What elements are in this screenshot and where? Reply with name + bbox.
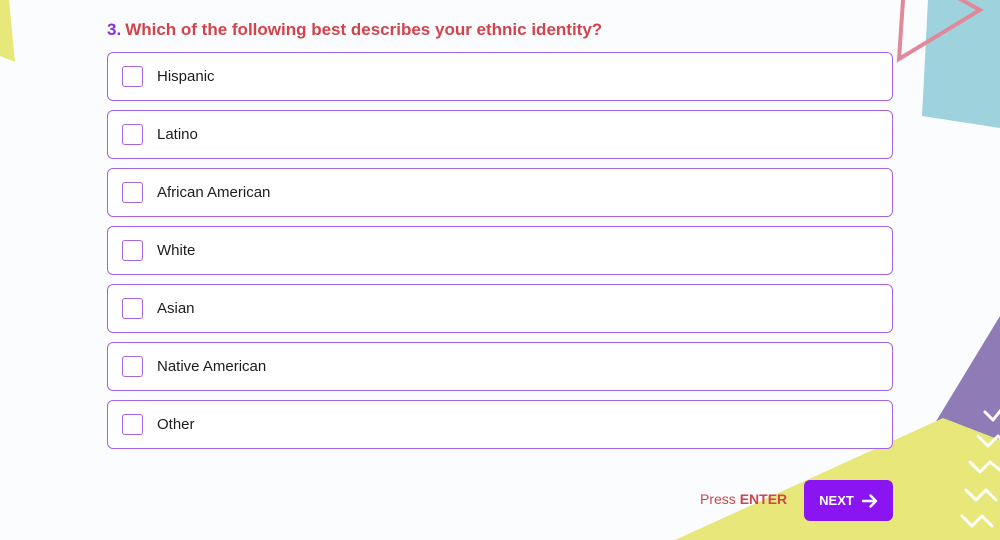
- option-label: African American: [157, 184, 271, 201]
- options-list: Hispanic Latino African American White A…: [107, 52, 893, 458]
- option-label: Native American: [157, 358, 267, 375]
- checkbox[interactable]: [122, 356, 143, 377]
- checkbox[interactable]: [122, 182, 143, 203]
- option-native-american[interactable]: Native American: [107, 342, 893, 391]
- checkbox[interactable]: [122, 66, 143, 87]
- checkbox[interactable]: [122, 240, 143, 261]
- checkbox[interactable]: [122, 298, 143, 319]
- option-label: Hispanic: [157, 68, 215, 85]
- option-white[interactable]: White: [107, 226, 893, 275]
- option-other[interactable]: Other: [107, 400, 893, 449]
- option-label: Asian: [157, 300, 195, 317]
- press-enter-hint: Press ENTER: [700, 491, 787, 507]
- question-number: 3.: [107, 20, 122, 39]
- option-label: Latino: [157, 126, 198, 143]
- option-label: Other: [157, 416, 195, 433]
- option-label: White: [157, 242, 196, 259]
- option-african-american[interactable]: African American: [107, 168, 893, 217]
- hint-prefix: Press: [700, 491, 736, 507]
- checkbox[interactable]: [122, 414, 143, 435]
- yellow-shape-top-left: [0, 0, 15, 62]
- next-button-label: NEXT: [819, 493, 854, 508]
- form-footer: Press ENTER NEXT: [700, 480, 893, 521]
- hint-key: ENTER: [739, 491, 788, 507]
- arrow-right-icon: [861, 493, 878, 508]
- checkbox[interactable]: [122, 124, 143, 145]
- option-asian[interactable]: Asian: [107, 284, 893, 333]
- next-button[interactable]: NEXT: [804, 480, 893, 521]
- question-text: Which of the following best describes yo…: [125, 20, 603, 39]
- option-latino[interactable]: Latino: [107, 110, 893, 159]
- option-hispanic[interactable]: Hispanic: [107, 52, 893, 101]
- question-title: 3. Which of the following best describes …: [107, 20, 602, 40]
